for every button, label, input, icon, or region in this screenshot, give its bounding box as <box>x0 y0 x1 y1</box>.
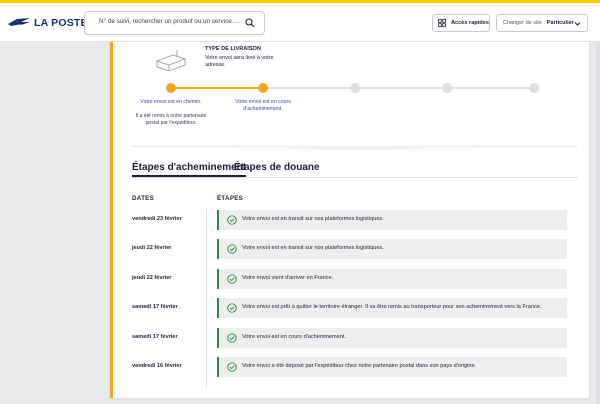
change-site-value: Particulier <box>546 20 574 26</box>
event-date: vendredi 23 février <box>132 216 182 222</box>
change-site-dropdown[interactable]: Changer de site : Particulier <box>496 14 588 32</box>
table-row: vendredi 23 février Votre envoi est en t… <box>113 210 589 230</box>
table-row: vendredi 16 février Votre envoi a été dé… <box>113 357 589 377</box>
search-box[interactable]: N° de suivi, rechercher un produit ou un… <box>84 11 265 35</box>
change-site-label: Changer de site : <box>503 20 545 26</box>
quick-access-button[interactable]: Accès rapides <box>432 14 490 32</box>
table-row: jeudi 22 février Votre envoi est en tran… <box>113 239 589 259</box>
event-date: samedi 17 février <box>132 304 178 310</box>
section-shadow <box>223 146 493 150</box>
column-header-dates: DATES <box>132 195 155 202</box>
table-row: jeudi 22 février Votre envoi vient d'arr… <box>113 269 589 289</box>
timeline-step-sub: Il a été remis à notre partenaire postal… <box>135 113 207 126</box>
timeline-step-label: Votre envoi est en chemin. <box>140 99 202 105</box>
timeline-step-dot <box>529 83 539 93</box>
timeline-step-dot <box>258 83 268 93</box>
delivery-type-title: TYPE DE LIVRAISON <box>205 46 261 52</box>
check-circle-icon <box>227 244 237 254</box>
tabs-divider <box>132 177 578 178</box>
event-text: Votre envoi est en transit sur nos plate… <box>242 245 384 251</box>
timeline-step-dot <box>350 83 360 93</box>
check-circle-icon <box>227 362 237 372</box>
page-scrollbar[interactable] <box>596 41 600 404</box>
grid-icon <box>438 19 446 27</box>
timeline-step-dot <box>166 83 176 93</box>
event-date: jeudi 22 février <box>132 275 172 281</box>
check-circle-icon <box>227 215 237 225</box>
event-box: Votre envoi est en transit sur nos plate… <box>217 239 567 259</box>
event-date: jeudi 22 février <box>132 245 172 251</box>
brand-name: LA POSTE <box>34 17 88 29</box>
check-circle-icon <box>227 303 237 313</box>
timeline-step-dot <box>442 83 452 93</box>
event-box: Votre envoi est prêt à quitter le territ… <box>217 298 567 318</box>
progress-track-filled <box>171 87 263 89</box>
delivery-type-description: Votre envoi sera livré à votre adresse. <box>205 55 274 68</box>
parcel-icon <box>155 50 187 71</box>
event-box: Votre envoi a été déposé par l'expéditeu… <box>217 357 567 377</box>
event-box: Votre envoi vient d'arriver en France. <box>217 269 567 289</box>
search-icon[interactable] <box>245 18 255 28</box>
event-text: Votre envoi est en transit sur nos plate… <box>242 216 384 222</box>
tab-etapes-acheminement[interactable]: Étapes d'acheminement <box>132 162 247 177</box>
chevron-down-icon <box>574 22 581 26</box>
check-circle-icon <box>227 274 237 284</box>
event-text: Votre envoi vient d'arriver en France. <box>242 275 334 281</box>
la-poste-bird-icon <box>8 18 30 26</box>
tab-etapes-douane[interactable]: Étapes de douane <box>234 162 320 173</box>
tracking-card: TYPE DE LIVRAISON Votre envoi sera livré… <box>110 42 589 398</box>
event-text: Votre envoi est prêt à quitter le territ… <box>242 304 542 310</box>
site-header: LA POSTE N° de suivi, rechercher un prod… <box>0 3 600 42</box>
column-header-steps: ÉTAPES <box>217 195 244 202</box>
check-circle-icon <box>227 333 237 343</box>
table-row: samedi 17 février Votre envoi est en cou… <box>113 328 589 348</box>
search-input[interactable]: N° de suivi, rechercher un produit ou un… <box>99 18 239 25</box>
event-text: Votre envoi est en cours d'acheminement. <box>242 334 346 340</box>
table-row: samedi 17 février Votre envoi est prêt à… <box>113 298 589 318</box>
quick-access-label: Accès rapides <box>451 20 489 26</box>
timeline-step-label: Votre envoi est en cours d'acheminement. <box>235 99 291 112</box>
event-box: Votre envoi est en transit sur nos plate… <box>217 210 567 230</box>
event-date: vendredi 16 février <box>132 363 182 369</box>
event-text: Votre envoi a été déposé par l'expéditeu… <box>242 363 477 369</box>
event-date: samedi 17 février <box>132 334 178 340</box>
la-poste-logo[interactable]: LA POSTE <box>8 15 88 31</box>
event-box: Votre envoi est en cours d'acheminement. <box>217 328 567 348</box>
